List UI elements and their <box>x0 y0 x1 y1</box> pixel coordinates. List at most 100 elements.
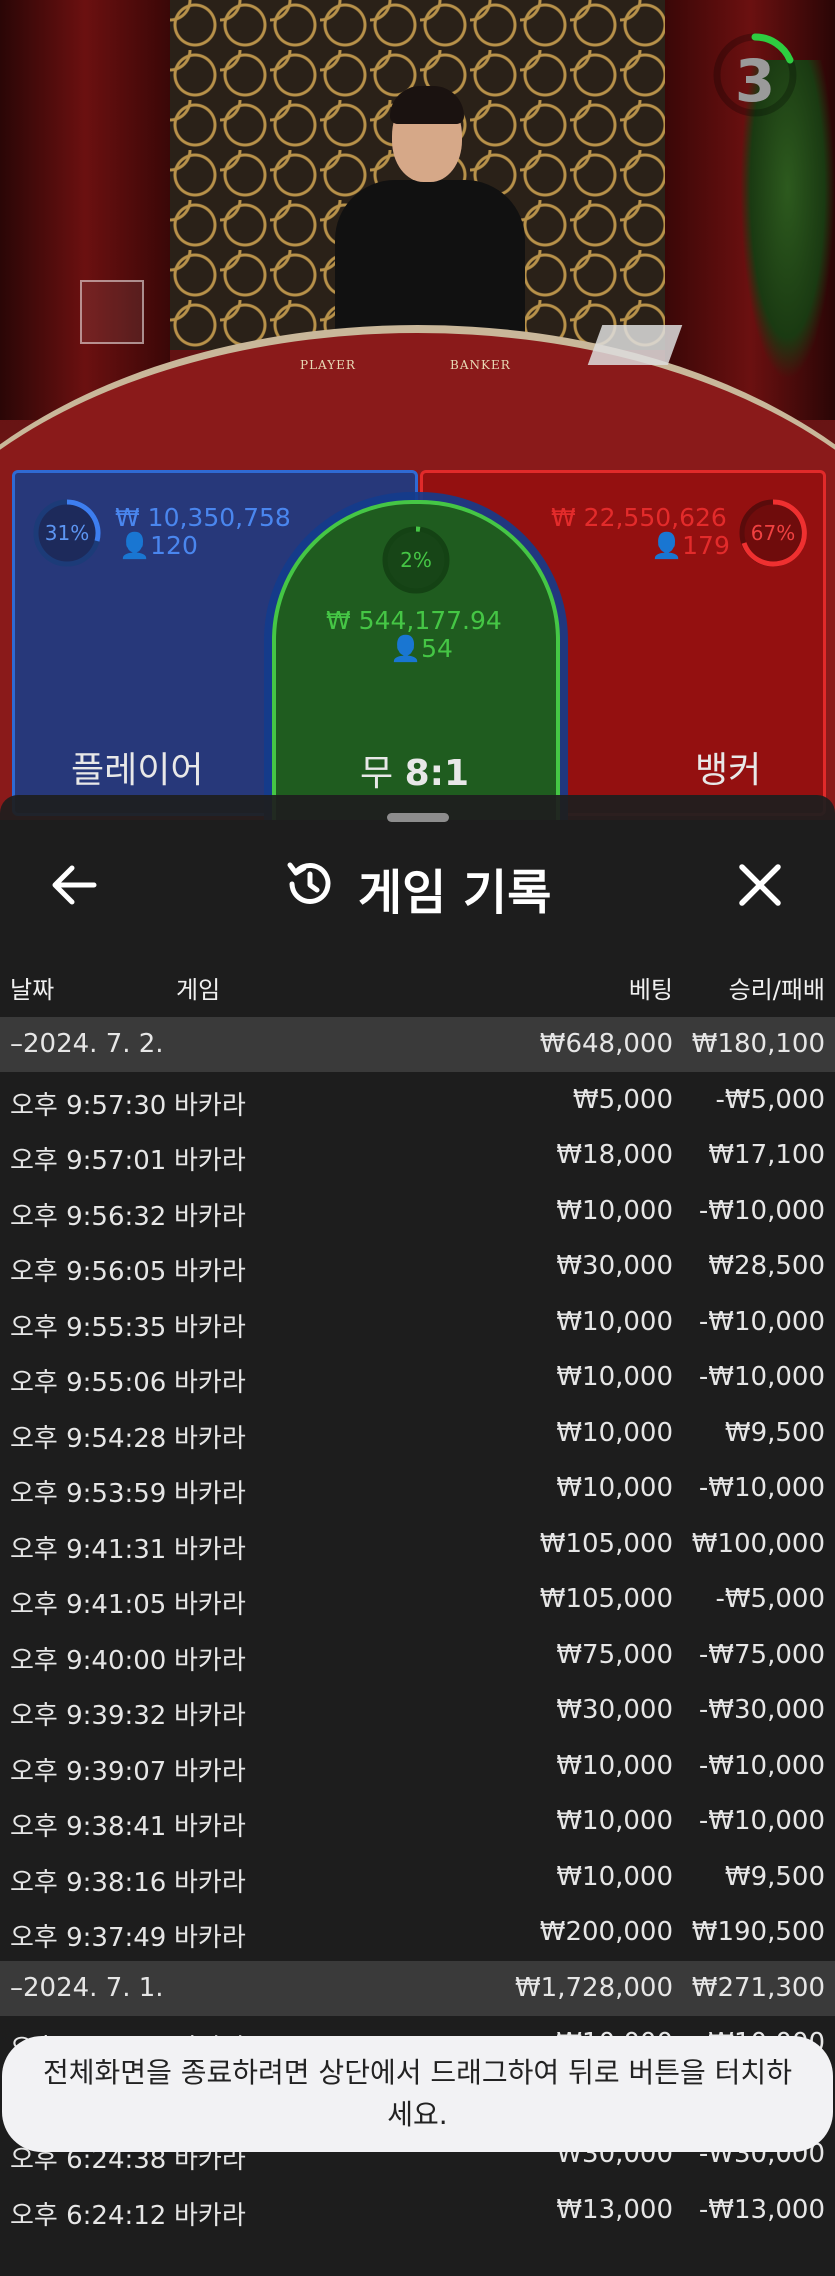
date-group-row: –2024. 7. 1. ₩1,728,000 ₩271,300 <box>0 1961 835 2016</box>
user-icon: 👤 <box>651 531 683 560</box>
history-row[interactable]: 오후 9:41:31 바카라 ₩105,000 ₩100,000 <box>0 1517 835 1572</box>
bet-spot-tie[interactable]: 2% ₩ 544,177.94 👤54 무 8:1 <box>272 500 560 820</box>
row-bet: ₩10,000 <box>556 1362 673 1392</box>
discard-tray <box>80 280 144 344</box>
row-game: 바카라 <box>174 1701 246 1731</box>
table-print-player: PLAYER <box>300 358 356 372</box>
row-game: 바카라 <box>174 1313 246 1343</box>
row-bet: ₩10,000 <box>556 1418 673 1448</box>
row-game: 바카라 <box>174 1146 246 1176</box>
row-result: -₩5,000 <box>715 1584 825 1614</box>
row-bet: ₩75,000 <box>556 1640 673 1670</box>
row-game: 바카라 <box>174 1424 246 1454</box>
row-time: 오후 9:55:35 <box>10 1313 167 1343</box>
header-game: 게임 <box>176 976 221 1004</box>
row-time: 오후 9:41:05 <box>10 1590 167 1620</box>
user-icon: 👤 <box>119 531 151 560</box>
row-bet: ₩105,000 <box>539 1584 673 1614</box>
history-row[interactable]: 오후 9:38:16 바카라 ₩10,000 ₩9,500 <box>0 1850 835 1905</box>
row-time: 오후 9:57:30 <box>10 1091 167 1121</box>
history-row[interactable]: 오후 9:41:05 바카라 ₩105,000 -₩5,000 <box>0 1572 835 1627</box>
row-time: 오후 9:41:31 <box>10 1535 167 1565</box>
row-result: -₩13,000 <box>698 2195 825 2225</box>
history-row[interactable]: 오후 9:39:32 바카라 ₩30,000 -₩30,000 <box>0 1683 835 1738</box>
row-time: 오후 6:24:12 <box>10 2201 167 2231</box>
row-time: 오후 9:39:07 <box>10 1757 167 1787</box>
row-game: 바카라 <box>174 1646 246 1676</box>
row-game: 바카라 <box>174 1257 246 1287</box>
curtain-left <box>0 0 170 420</box>
row-bet: ₩1,728,000 <box>514 1973 673 2003</box>
history-row[interactable]: 오후 9:53:59 바카라 ₩10,000 -₩10,000 <box>0 1461 835 1516</box>
row-bet: ₩5,000 <box>572 1085 673 1115</box>
date-label: –2024. 7. 1. <box>10 1973 164 2003</box>
row-result: -₩10,000 <box>698 1806 825 1836</box>
row-game: 바카라 <box>174 1590 246 1620</box>
row-time: 오후 9:38:41 <box>10 1812 167 1842</box>
row-result: -₩10,000 <box>698 1307 825 1337</box>
history-row[interactable]: 오후 9:57:01 바카라 ₩18,000 ₩17,100 <box>0 1128 835 1183</box>
drag-handle[interactable] <box>387 813 449 822</box>
row-bet: ₩200,000 <box>539 1917 673 1947</box>
player-label: 플레이어 <box>71 750 204 791</box>
row-bet: ₩648,000 <box>539 1029 673 1059</box>
date-group-row: –2024. 7. 2. ₩648,000 ₩180,100 <box>0 1017 835 1072</box>
row-bet: ₩10,000 <box>556 1862 673 1892</box>
row-result: ₩180,100 <box>691 1029 825 1059</box>
player-percent: 31% <box>44 521 90 545</box>
row-result: ₩271,300 <box>691 1973 825 2003</box>
arrow-left-icon[interactable] <box>44 855 104 915</box>
history-row[interactable]: 오후 9:57:30 바카라 ₩5,000 -₩5,000 <box>0 1073 835 1128</box>
row-result: -₩10,000 <box>698 1473 825 1503</box>
history-row[interactable]: 오후 6:24:12 바카라 ₩13,000 -₩13,000 <box>0 2183 835 2238</box>
row-game: 바카라 <box>174 1091 246 1121</box>
row-result: ₩17,100 <box>708 1140 825 1170</box>
history-row[interactable]: 오후 9:56:32 바카라 ₩10,000 -₩10,000 <box>0 1184 835 1239</box>
row-game: 바카라 <box>174 1923 246 1953</box>
tie-amount: ₩ 544,177.94 <box>326 606 502 635</box>
row-game: 바카라 <box>174 1757 246 1787</box>
countdown-value: 3 <box>734 47 776 115</box>
row-game: 바카라 <box>174 1202 246 1232</box>
row-result: -₩10,000 <box>698 1362 825 1392</box>
row-bet: ₩10,000 <box>556 1307 673 1337</box>
row-time: 오후 9:56:05 <box>10 1257 167 1287</box>
row-bet: ₩13,000 <box>556 2195 673 2225</box>
tie-label: 무 8:1 <box>360 753 470 794</box>
row-time: 오후 9:56:32 <box>10 1202 167 1232</box>
row-time: 오후 9:53:59 <box>10 1479 167 1509</box>
history-row[interactable]: 오후 9:55:35 바카라 ₩10,000 -₩10,000 <box>0 1295 835 1350</box>
row-bet: ₩18,000 <box>556 1140 673 1170</box>
row-bet: ₩10,000 <box>556 1473 673 1503</box>
row-result: -₩10,000 <box>698 1751 825 1781</box>
history-row[interactable]: 오후 9:38:41 바카라 ₩10,000 -₩10,000 <box>0 1794 835 1849</box>
header-result: 승리/패배 <box>728 976 825 1004</box>
panel-title: 게임 기록 <box>358 865 552 921</box>
history-row[interactable]: 오후 9:40:00 바카라 ₩75,000 -₩75,000 <box>0 1628 835 1683</box>
banker-label: 뱅커 <box>695 750 762 791</box>
history-row[interactable]: 오후 9:39:07 바카라 ₩10,000 -₩10,000 <box>0 1739 835 1794</box>
live-dealer-video: PLAYER BANKER 3 31% ₩ 10,350,758 👤120 플레… <box>0 0 835 820</box>
row-result: -₩10,000 <box>698 1196 825 1226</box>
banker-amount: ₩ 22,550,626 <box>551 503 727 532</box>
row-bet: ₩10,000 <box>556 1806 673 1836</box>
header-date: 날짜 <box>10 976 55 1004</box>
history-icon <box>287 862 331 904</box>
row-game: 바카라 <box>174 2201 246 2231</box>
history-row[interactable]: 오후 9:56:05 바카라 ₩30,000 ₩28,500 <box>0 1239 835 1294</box>
row-result: -₩75,000 <box>698 1640 825 1670</box>
card-shoe <box>587 325 683 365</box>
row-bet: ₩30,000 <box>556 1695 673 1725</box>
player-amount: ₩ 10,350,758 <box>115 503 291 532</box>
history-row[interactable]: 오후 9:54:28 바카라 ₩10,000 ₩9,500 <box>0 1406 835 1461</box>
row-time: 오후 9:55:06 <box>10 1368 167 1398</box>
row-game: 바카라 <box>174 1535 246 1565</box>
user-icon: 👤 <box>390 634 422 663</box>
history-row[interactable]: 오후 9:37:49 바카라 ₩200,000 ₩190,500 <box>0 1905 835 1960</box>
row-time: 오후 9:57:01 <box>10 1146 167 1176</box>
row-bet: ₩30,000 <box>556 1251 673 1281</box>
row-bet: ₩10,000 <box>556 1751 673 1781</box>
close-icon[interactable] <box>730 855 790 915</box>
history-row[interactable]: 오후 9:55:06 바카라 ₩10,000 -₩10,000 <box>0 1350 835 1405</box>
row-time: 오후 9:54:28 <box>10 1424 167 1454</box>
